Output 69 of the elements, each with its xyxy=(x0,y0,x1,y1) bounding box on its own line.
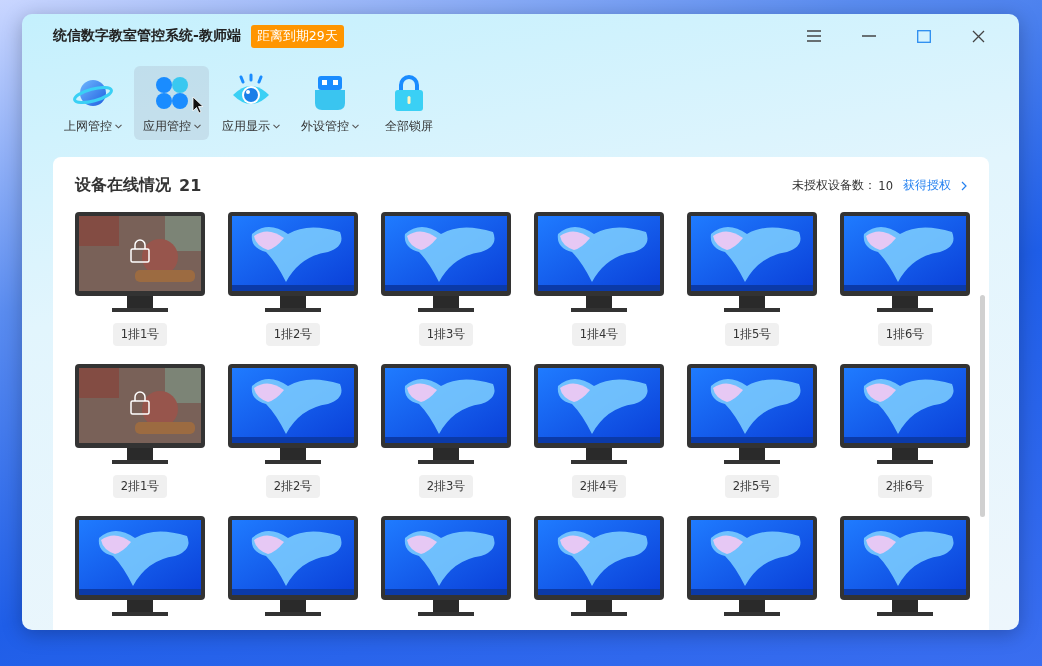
monitor[interactable] xyxy=(534,364,664,465)
monitor-stand xyxy=(877,296,933,312)
monitor[interactable] xyxy=(228,516,358,617)
monitor[interactable] xyxy=(381,364,511,465)
device-label: 1排1号 xyxy=(112,323,168,346)
monitor-stand xyxy=(724,600,780,616)
get-license-link[interactable]: 获得授权 xyxy=(903,178,967,193)
toolbar-button[interactable]: 应用显示 xyxy=(213,66,288,140)
device-label: 2排1号 xyxy=(112,475,168,498)
padlock-icon xyxy=(130,391,150,415)
device-label: 1排6号 xyxy=(877,323,933,346)
monitor[interactable] xyxy=(840,364,970,465)
monitor-stand xyxy=(571,296,627,312)
monitor[interactable] xyxy=(840,516,970,617)
monitor-stand xyxy=(418,296,474,312)
unauthorized-label: 未授权设备数： xyxy=(792,178,877,193)
monitor-stand xyxy=(724,296,780,312)
padlock-icon xyxy=(130,239,150,263)
maximize-icon xyxy=(916,29,931,43)
locked-monitor[interactable] xyxy=(75,364,205,465)
chevron-right-icon xyxy=(961,180,967,191)
device-label: 2排4号 xyxy=(571,475,627,498)
device-label: 2排5号 xyxy=(724,475,780,498)
monitor-stand xyxy=(418,448,474,464)
expiry-badge: 距离到期29天 xyxy=(250,24,344,48)
monitor[interactable] xyxy=(534,212,664,313)
monitor-stand xyxy=(877,448,933,464)
monitor-stand xyxy=(724,448,780,464)
device-label: 1排5号 xyxy=(724,323,780,346)
close-icon xyxy=(972,29,985,43)
monitor-stand xyxy=(418,600,474,616)
device-label: 1排4号 xyxy=(571,323,627,346)
monitor[interactable] xyxy=(381,516,511,617)
monitor-stand xyxy=(265,448,321,464)
monitor[interactable] xyxy=(534,516,664,617)
panel-title: 设备在线情况 xyxy=(75,175,171,196)
monitor[interactable] xyxy=(228,212,358,313)
monitor[interactable] xyxy=(840,212,970,313)
monitor[interactable] xyxy=(75,516,205,617)
minimize-icon xyxy=(861,35,876,37)
monitor[interactable] xyxy=(687,364,817,465)
device-label: 1排3号 xyxy=(418,323,474,346)
device-label: 1排2号 xyxy=(265,323,321,346)
monitor-stand xyxy=(112,296,168,312)
menu-icon xyxy=(806,30,821,42)
toolbar-button[interactable]: 外设管控 xyxy=(292,66,367,140)
online-count: 21 xyxy=(179,176,202,195)
device-label: 2排2号 xyxy=(265,475,321,498)
monitor[interactable] xyxy=(687,516,817,617)
device-label: 2排6号 xyxy=(877,475,933,498)
monitor[interactable] xyxy=(381,212,511,313)
scrollbar[interactable] xyxy=(980,295,985,517)
toolbar-button[interactable]: 上网管控 xyxy=(55,66,130,140)
monitor-stand xyxy=(265,600,321,616)
monitor-stand xyxy=(571,448,627,464)
mouse-cursor-icon xyxy=(192,96,204,114)
unauthorized-count: 10 xyxy=(878,178,893,193)
toolbar-button[interactable]: 应用管控 xyxy=(134,66,209,140)
monitor-stand xyxy=(265,296,321,312)
monitor[interactable] xyxy=(687,212,817,313)
toolbar-button[interactable]: 全部锁屏 xyxy=(371,66,446,140)
locked-monitor[interactable] xyxy=(75,212,205,313)
monitor-stand xyxy=(571,600,627,616)
monitor-stand xyxy=(877,600,933,616)
monitor-stand xyxy=(112,600,168,616)
device-label: 2排3号 xyxy=(418,475,474,498)
monitor[interactable] xyxy=(228,364,358,465)
window-title: 统信数字教室管控系统-教师端 xyxy=(53,27,241,45)
monitor-stand xyxy=(112,448,168,464)
